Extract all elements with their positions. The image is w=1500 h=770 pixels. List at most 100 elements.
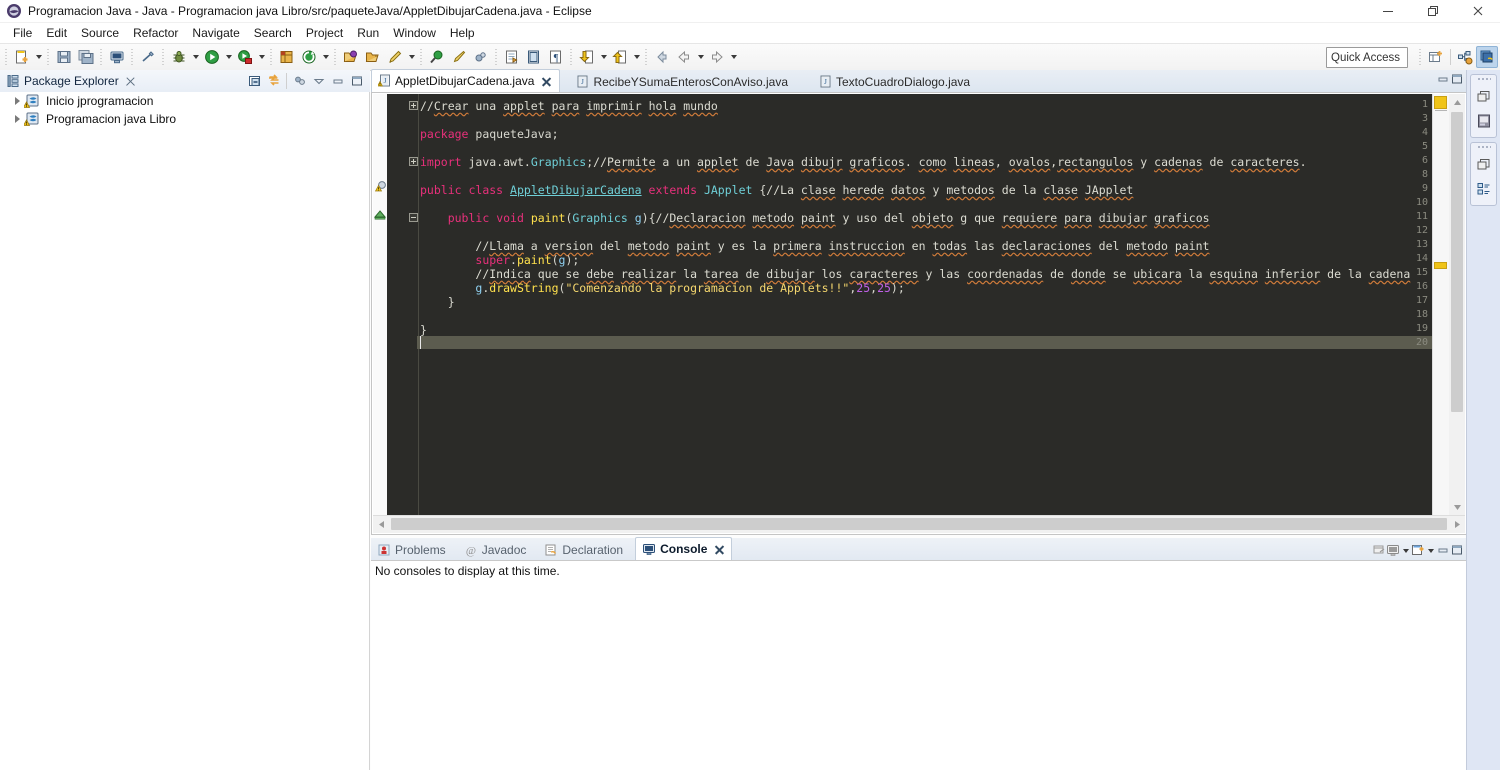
editor-horizontal-scrollbar[interactable] <box>373 515 1465 533</box>
maximize-icon[interactable] <box>1450 543 1464 560</box>
new-java-project-icon[interactable] <box>276 46 298 68</box>
close-icon[interactable] <box>714 544 725 555</box>
code-line[interactable]: //Crear una applet para imprimir hola mu… <box>420 99 718 113</box>
menu-item-search[interactable]: Search <box>247 25 299 41</box>
next-annotation-icon[interactable] <box>501 46 523 68</box>
menu-item-file[interactable]: File <box>6 25 39 41</box>
toolbar-grip[interactable] <box>569 48 574 66</box>
run-coverage-dropdown[interactable] <box>256 46 267 68</box>
editor-tab-appletdibujarcadena[interactable]: J AppletDibujarCadena.java <box>371 69 561 92</box>
chevron-right-icon[interactable] <box>10 110 24 128</box>
drag-handle[interactable] <box>1476 77 1491 82</box>
save-all-icon[interactable] <box>75 46 97 68</box>
vertical-scroll-thumb[interactable] <box>1451 112 1463 412</box>
maximize-button[interactable] <box>1410 0 1455 22</box>
open-type-icon[interactable] <box>340 46 362 68</box>
code-line[interactable]: //Llama a version del metodo paint y es … <box>420 239 1209 253</box>
tree-item-inicio-jprogramacion[interactable]: Inicio jprogramacion <box>0 92 369 110</box>
search-icon[interactable] <box>426 46 448 68</box>
tab-declaration[interactable]: Declaration <box>538 539 629 560</box>
editor-tab-textocuadrodialogo[interactable]: J TextoCuadroDialogo.java <box>813 71 977 92</box>
java-browsing-perspective-icon[interactable] <box>1454 46 1476 68</box>
new-console-view-icon[interactable] <box>1411 543 1425 560</box>
java-perspective-icon[interactable] <box>1476 46 1498 68</box>
editor-vertical-scrollbar[interactable] <box>1449 94 1465 515</box>
code-line[interactable]: super.paint(g); <box>420 253 579 267</box>
toolbar-grip[interactable] <box>46 48 51 66</box>
code-line[interactable]: } <box>420 323 427 337</box>
editor-overview-ruler[interactable] <box>1432 94 1449 515</box>
minimize-icon[interactable] <box>1436 543 1450 560</box>
tab-javadoc[interactable]: @ Javadoc <box>458 539 533 560</box>
next-icon[interactable] <box>706 46 728 68</box>
menu-item-window[interactable]: Window <box>386 25 443 41</box>
scroll-right-arrow[interactable] <box>1449 516 1465 532</box>
code-line[interactable]: //Indica que se debe realizar la tarea d… <box>420 267 1410 281</box>
editor-code-viewport[interactable]: 1 3 4 5 6 8 9 10 11 12 13 14 15 16 17 18 19 20 //Crear un… <box>387 94 1432 515</box>
fold-expand-icon[interactable] <box>409 101 418 110</box>
code-line[interactable]: g.drawString("Comenzando la programacion… <box>420 281 904 295</box>
view-menu-dots-icon[interactable] <box>290 72 309 90</box>
fold-expand-icon[interactable] <box>409 157 418 166</box>
collapse-marker-icon[interactable] <box>373 209 387 223</box>
toggle-breadcrumb-icon[interactable] <box>137 46 159 68</box>
code-line[interactable] <box>420 141 427 155</box>
menu-item-refactor[interactable]: Refactor <box>126 25 185 41</box>
code-line[interactable]: } <box>420 295 455 309</box>
editor-tab-recibeysumaenterosconaviso[interactable]: J RecibeYSumaEnterosConAviso.java <box>570 71 795 92</box>
debug-icon[interactable] <box>168 46 190 68</box>
back-up-dropdown[interactable] <box>631 46 642 68</box>
link-with-editor-icon[interactable] <box>264 72 283 90</box>
forward-down-dropdown[interactable] <box>598 46 609 68</box>
save-icon[interactable] <box>53 46 75 68</box>
close-button[interactable] <box>1455 0 1500 22</box>
tab-console[interactable]: Console <box>635 537 733 560</box>
horizontal-scroll-thumb[interactable] <box>391 518 1447 530</box>
maximize-icon[interactable] <box>347 72 366 90</box>
toolbar-grip[interactable] <box>1418 48 1423 66</box>
back-up-icon[interactable] <box>609 46 631 68</box>
toolbar-grip[interactable] <box>130 48 135 66</box>
debug-dropdown[interactable] <box>190 46 201 68</box>
new-wizard-icon[interactable] <box>11 46 33 68</box>
fold-collapse-icon[interactable] <box>409 213 418 222</box>
open-task-icon[interactable] <box>362 46 384 68</box>
menu-item-source[interactable]: Source <box>74 25 126 41</box>
close-icon[interactable] <box>541 76 552 87</box>
last-edit-icon[interactable] <box>470 46 492 68</box>
close-icon[interactable] <box>125 76 136 87</box>
package-explorer-icon[interactable] <box>1473 110 1495 132</box>
quick-access-input[interactable]: Quick Access <box>1326 47 1408 68</box>
toolbar-grip[interactable] <box>269 48 274 66</box>
view-menu-icon[interactable] <box>309 72 328 90</box>
open-perspective-icon[interactable] <box>1425 46 1447 68</box>
chevron-right-icon[interactable] <box>10 92 24 110</box>
restore-icon[interactable] <box>1473 86 1495 108</box>
maximize-icon[interactable] <box>1450 72 1464 89</box>
console-body[interactable]: No consoles to display at this time. <box>371 560 1467 770</box>
menu-item-edit[interactable]: Edit <box>39 25 74 41</box>
toolbar-grip[interactable] <box>161 48 166 66</box>
new-java-package-icon[interactable] <box>298 46 320 68</box>
print-icon[interactable] <box>106 46 128 68</box>
new-java-package-dropdown[interactable] <box>320 46 331 68</box>
minimize-button[interactable] <box>1365 0 1410 22</box>
minimize-icon[interactable] <box>1436 72 1450 89</box>
code-line[interactable]: import java.awt.Graphics;//Permite a un … <box>420 155 1307 169</box>
minimize-icon[interactable] <box>328 72 347 90</box>
pilcrow-icon[interactable]: ¶ <box>545 46 567 68</box>
menu-item-run[interactable]: Run <box>350 25 386 41</box>
drag-handle[interactable] <box>1476 145 1491 150</box>
scroll-down-arrow[interactable] <box>1449 499 1465 515</box>
code-line[interactable] <box>420 113 427 127</box>
new-console-dropdown-icon[interactable] <box>1425 540 1436 562</box>
open-console-icon[interactable] <box>1372 543 1386 560</box>
outline-icon[interactable] <box>1473 178 1495 200</box>
prev-icon[interactable] <box>673 46 695 68</box>
toolbar-grip[interactable] <box>494 48 499 66</box>
tree-item-programacion-java-libro[interactable]: Programacion java Libro <box>0 110 369 128</box>
new-wizard-dropdown[interactable] <box>33 46 44 68</box>
prev-dropdown[interactable] <box>695 46 706 68</box>
forward-down-icon[interactable] <box>576 46 598 68</box>
toolbar-grip[interactable] <box>333 48 338 66</box>
